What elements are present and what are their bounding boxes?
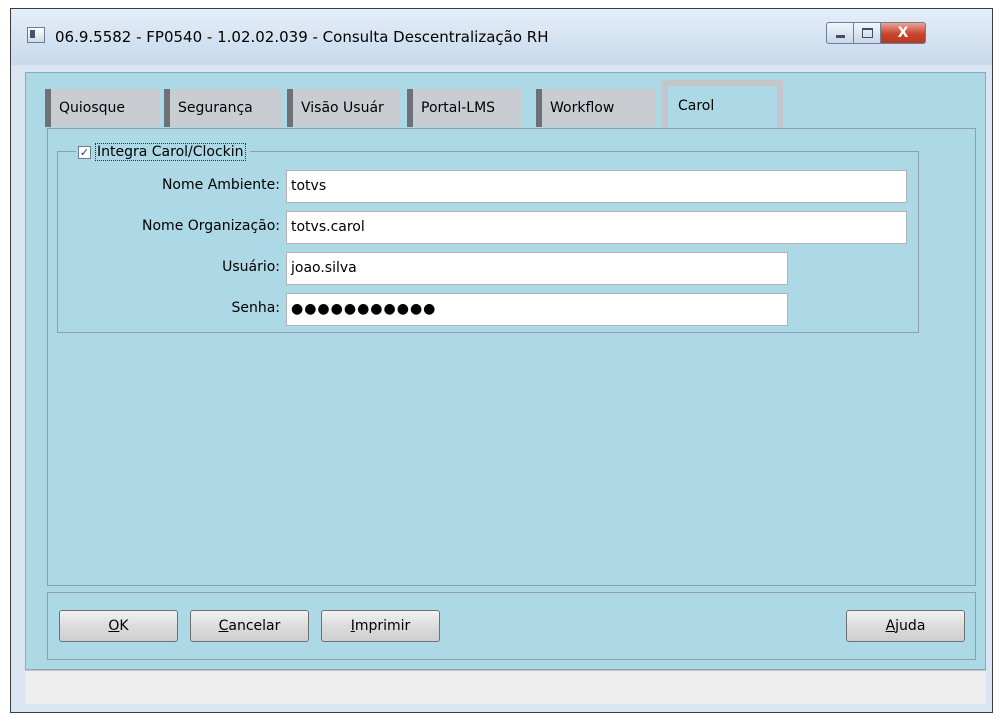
window-controls: X	[826, 22, 926, 44]
tab-label: Portal-LMS	[421, 100, 496, 116]
tab-carol[interactable]: Carol	[662, 80, 783, 128]
ok-mnemonic: O	[108, 618, 120, 634]
tab-quiosque[interactable]: Quiosque	[45, 89, 159, 127]
checkmark-icon: ✓	[79, 145, 90, 159]
integra-carol-checkbox-row[interactable]: ✓ Integra Carol/Clockin	[76, 142, 250, 162]
ajuda-mnemonic: A	[885, 618, 896, 634]
ajuda-button[interactable]: Ajuda	[846, 610, 965, 642]
tab-label: Carol	[678, 98, 715, 114]
tab-label: Workflow	[550, 100, 615, 116]
cancelar-label: ancelar	[228, 618, 281, 634]
window-app-icon[interactable]	[27, 27, 45, 43]
ok-label: K	[119, 618, 129, 634]
cancelar-mnemonic: C	[218, 618, 229, 634]
usuario-field[interactable]: joao.silva	[286, 252, 788, 285]
minimize-icon	[835, 35, 845, 38]
status-bar	[25, 670, 986, 704]
cancelar-button[interactable]: Cancelar	[190, 610, 309, 642]
ok-button[interactable]: OK	[59, 610, 178, 642]
window-title: 06.9.5582 - FP0540 - 1.02.02.039 - Consu…	[55, 28, 549, 46]
nome-ambiente-field[interactable]: totvs	[286, 170, 907, 203]
imprimir-label: mprimir	[354, 618, 411, 634]
nome-ambiente-label: Nome Ambiente:	[161, 177, 280, 193]
close-icon: X	[897, 25, 909, 41]
tab-label: Quiosque	[59, 100, 126, 116]
integra-carol-label[interactable]: Integra Carol/Clockin	[95, 143, 246, 161]
maximize-button[interactable]	[854, 22, 881, 44]
ajuda-label: juda	[895, 618, 926, 634]
tab-seguranca[interactable]: Segurança	[164, 89, 282, 127]
minimize-button[interactable]	[826, 22, 854, 44]
tab-label: Segurança	[178, 100, 253, 116]
tab-visao-usuario[interactable]: Visão Usuár	[287, 89, 399, 127]
tab-label: Visão Usuár	[301, 100, 384, 116]
maximize-icon	[861, 28, 873, 38]
usuario-label: Usuário:	[222, 259, 280, 275]
integra-carol-checkbox[interactable]: ✓	[78, 145, 91, 159]
close-button[interactable]: X	[881, 22, 926, 44]
button-bar	[47, 592, 976, 660]
tab-portal-lms[interactable]: Portal-LMS	[407, 89, 521, 127]
imprimir-button[interactable]: Imprimir	[321, 610, 440, 642]
senha-label: Senha:	[231, 300, 280, 316]
senha-field[interactable]: ●●●●●●●●●●●	[286, 293, 788, 326]
nome-organizacao-label: Nome Organização:	[142, 218, 280, 234]
title-bar[interactable]: 06.9.5582 - FP0540 - 1.02.02.039 - Consu…	[11, 9, 992, 65]
tab-workflow[interactable]: Workflow	[536, 89, 656, 127]
nome-organizacao-field[interactable]: totvs.carol	[286, 211, 907, 244]
